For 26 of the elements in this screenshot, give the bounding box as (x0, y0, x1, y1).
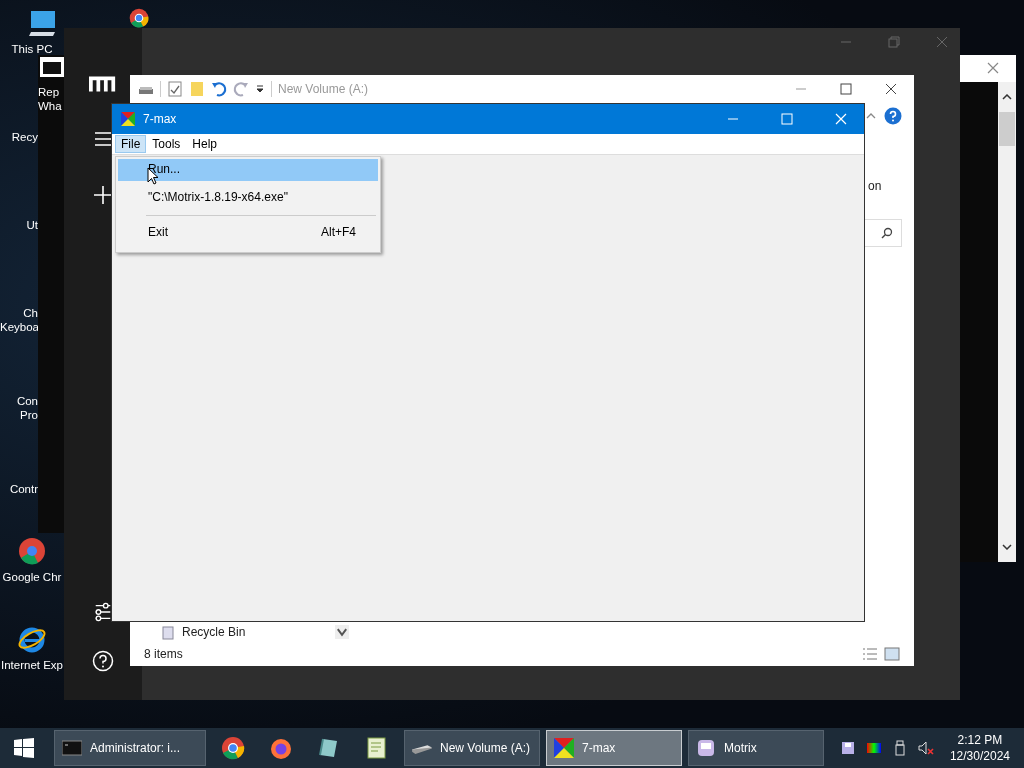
desktop-icon-label[interactable]: Contr (0, 482, 38, 496)
desktop-icon-label[interactable]: Ut (0, 218, 38, 232)
taskbar-button[interactable]: New Volume (A:) (404, 730, 540, 766)
menu-item[interactable]: Run... (118, 159, 378, 181)
window-title: 7-max (143, 112, 177, 126)
desktop-icon-label[interactable]: This PC (0, 42, 64, 56)
window-title: New Volume (A:) (278, 82, 369, 96)
desktop-icon-label[interactable]: Google Chr (0, 570, 64, 584)
menu-item[interactable]: File (115, 135, 147, 153)
desktop-icon-label[interactable]: Ch Keyboa (0, 306, 38, 334)
clock-time[interactable]: 2:12 PM (957, 732, 1003, 748)
taskbar-button[interactable]: 7-max (546, 730, 682, 766)
taskbar-button[interactable]: Motrix (688, 730, 824, 766)
menu-item[interactable]: Help (186, 135, 224, 153)
nav-item[interactable]: Recycle Bin (182, 625, 246, 639)
menu-item[interactable]: Exit Alt+F4 (118, 222, 378, 244)
desktop-icon-label[interactable]: Rep Wha (38, 85, 64, 113)
clock-date[interactable]: 12/30/2024 (949, 748, 1010, 764)
menu-item[interactable]: "C:\Motrix-1.8.19-x64.exe" (118, 187, 378, 209)
menu-item[interactable]: Tools (146, 135, 187, 153)
desktop-icon-label[interactable]: Con Pro (0, 394, 38, 422)
taskbar-button[interactable]: Administrator: i... (54, 730, 206, 766)
item-count: 8 items (144, 647, 183, 661)
ribbon-label[interactable]: on (868, 179, 882, 193)
desktop-icon-label[interactable]: Recy (0, 130, 38, 144)
desktop-icon-label[interactable]: Internet Exp (0, 658, 64, 672)
